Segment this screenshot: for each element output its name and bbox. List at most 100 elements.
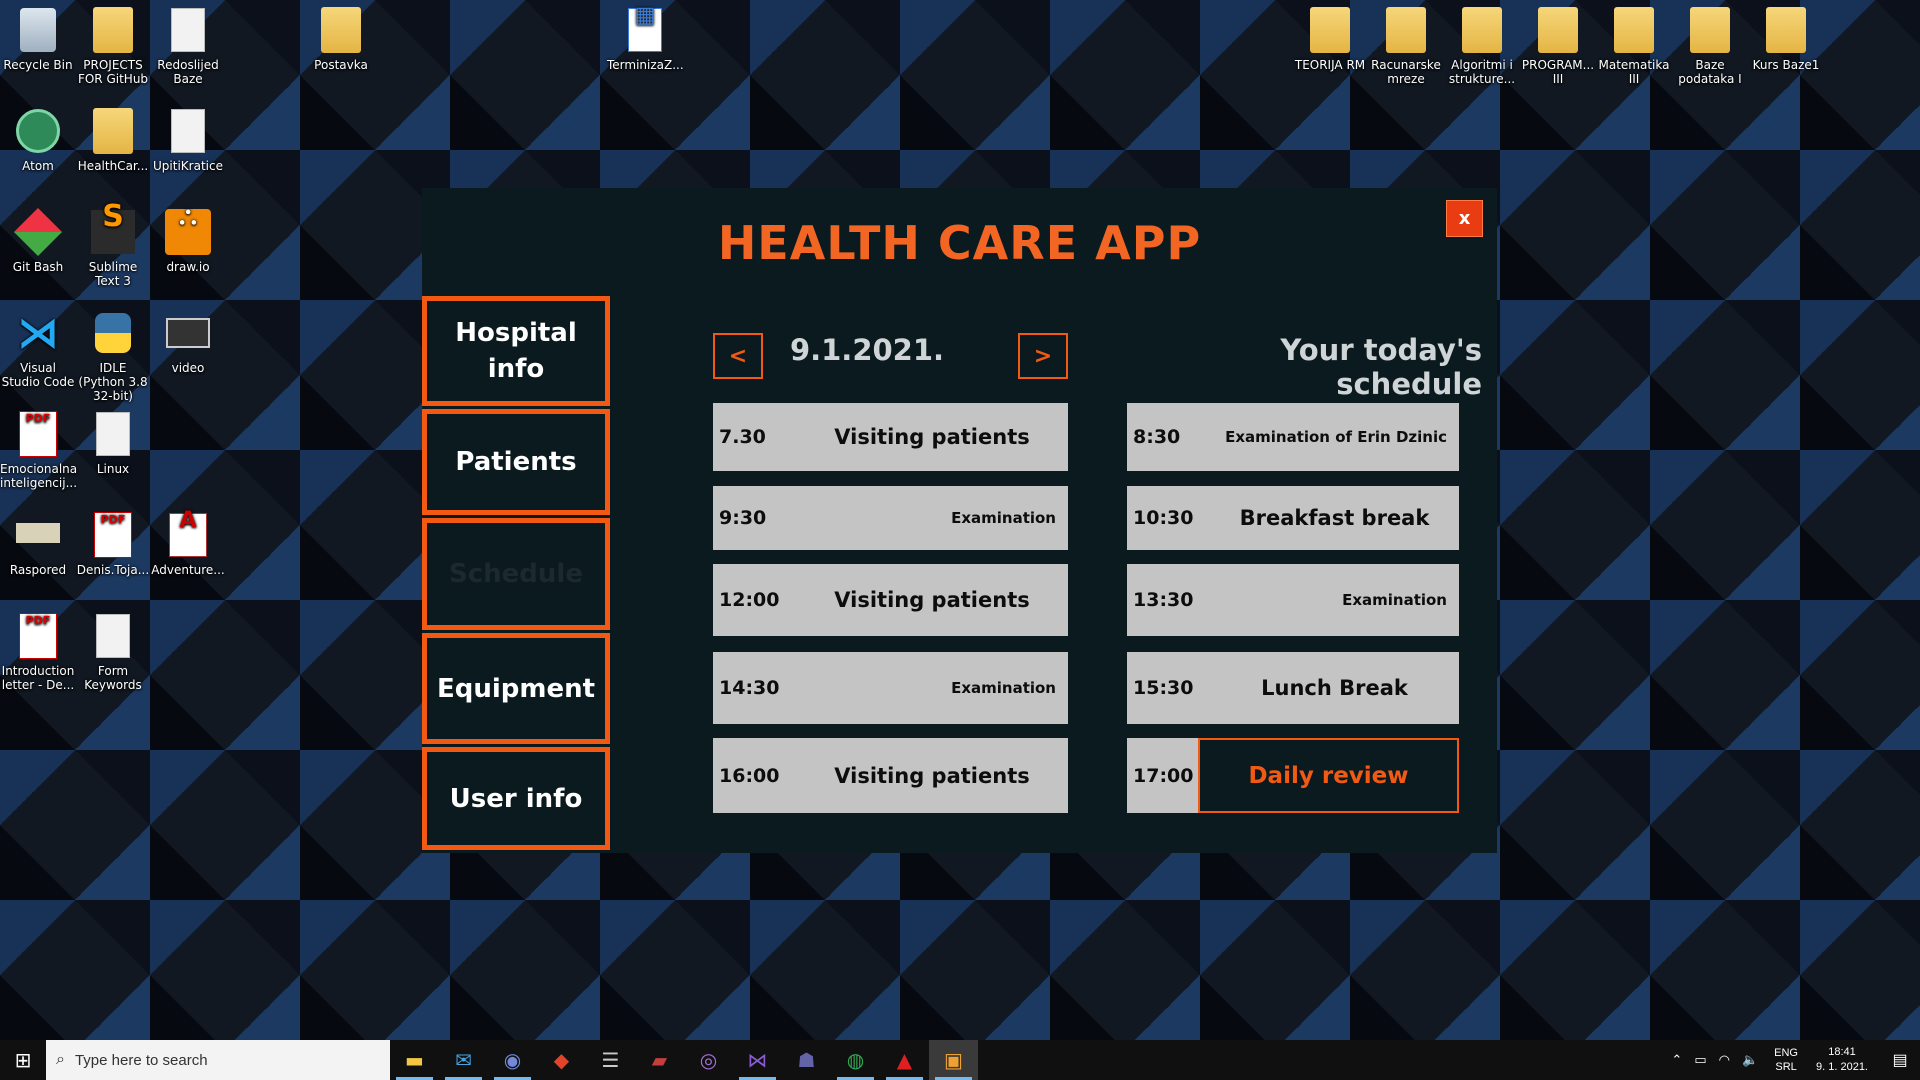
clock[interactable]: 18:41 9. 1. 2021.: [1816, 1045, 1868, 1075]
desktop-icon-label: Linux: [96, 462, 130, 476]
wifi-icon[interactable]: ◠: [1719, 1052, 1730, 1068]
file-explorer-icon[interactable]: ▬: [390, 1040, 439, 1080]
volume-icon[interactable]: 🔈: [1742, 1052, 1758, 1068]
desktop-icon-video[interactable]: video: [150, 309, 226, 375]
pdf-icon: PDF: [19, 613, 57, 659]
chrome-icon[interactable]: ◍: [831, 1040, 880, 1080]
discord-icon[interactable]: ◉: [488, 1040, 537, 1080]
teams-purple-icon[interactable]: ◎: [684, 1040, 733, 1080]
desktop-icon-redoslijed[interactable]: Redoslijed Baze: [150, 6, 226, 86]
system-tray: ⌃ ▭ ◠ 🔈 ENG SRL 18:41 9. 1. 2021. ▤: [1665, 1040, 1920, 1080]
desktop-icon-label: Denis.Toja...: [76, 563, 150, 577]
close-button[interactable]: x: [1446, 200, 1483, 237]
database-icon[interactable]: ☰: [586, 1040, 635, 1080]
slot-label: Lunch Break: [1261, 676, 1408, 700]
start-button[interactable]: ⊞: [0, 1040, 46, 1080]
desktop-icon-linux[interactable]: Linux: [75, 410, 151, 476]
daily-review-button[interactable]: Daily review: [1198, 738, 1459, 813]
desktop-icon-label: TerminizaZ...: [607, 58, 684, 72]
drawio-icon: ⛬: [165, 203, 211, 255]
slot-time: 12:00: [719, 589, 780, 611]
slot-time: 8:30: [1133, 426, 1181, 448]
notifications-icon[interactable]: ▤: [1880, 1050, 1920, 1070]
chevron-up-icon[interactable]: ⌃: [1671, 1052, 1682, 1068]
desktop-icon-label: Redoslijed Baze: [157, 58, 219, 86]
desktop-icon-form-keywords[interactable]: Form Keywords: [75, 612, 151, 692]
desktop-icon-program[interactable]: PROGRAM... III: [1520, 6, 1596, 86]
schedule-slot[interactable]: 8:30 Examination of Erin Dzinic: [1127, 403, 1459, 471]
desktop-icon-termini[interactable]: ▦ TerminizaZ...: [607, 5, 684, 73]
schedule-slot[interactable]: 15:30 Lunch Break: [1127, 652, 1459, 724]
document-icon: [96, 614, 130, 658]
nav-schedule-button[interactable]: Schedule: [422, 518, 610, 630]
taskbar-search[interactable]: ⌕ Type here to search: [46, 1040, 390, 1080]
battery-icon[interactable]: ▭: [1694, 1052, 1706, 1068]
slot-time: 16:00: [719, 764, 780, 787]
nav-label: Hospital info: [455, 317, 577, 384]
desktop-icon-idle[interactable]: IDLE (Python 3.8 32-bit): [75, 309, 151, 403]
next-day-button[interactable]: >: [1018, 333, 1068, 379]
schedule-slot[interactable]: 16:00 Visiting patients: [713, 738, 1068, 813]
nav-patients-button[interactable]: Patients: [422, 408, 610, 516]
desktop-icon-recycle-bin[interactable]: Recycle Bin: [0, 6, 76, 72]
desktop-icon-label: draw.io: [166, 260, 210, 274]
folder-icon: [321, 7, 361, 53]
document-icon: [171, 8, 205, 52]
desktop-icon-label: Algoritmi i strukture...: [1448, 58, 1516, 86]
desktop-icon-drawio[interactable]: ⛬ draw.io: [150, 203, 226, 274]
folder-icon: [1690, 7, 1730, 53]
desktop-icon-label: video: [171, 361, 205, 375]
desktop-icon-atom[interactable]: Atom: [0, 107, 76, 173]
desktop-icon-label: Kurs Baze1: [1752, 58, 1820, 72]
desktop-icon-sublime[interactable]: S Sublime Text 3: [75, 202, 151, 289]
git-icon: [13, 207, 63, 257]
desktop-icon-racunarske[interactable]: Racunarske mreze: [1368, 6, 1444, 86]
desktop-icon-postavka[interactable]: Postavka: [303, 6, 379, 72]
slot-label: Breakfast break: [1239, 506, 1430, 530]
nav-label: Equipment: [436, 673, 596, 704]
desktop-icon-denis[interactable]: PDF Denis.Toja...: [75, 511, 151, 577]
git-icon[interactable]: ◆: [537, 1040, 586, 1080]
desktop-icon-raspored[interactable]: Raspored: [0, 511, 76, 577]
slot-label: Visiting patients: [834, 588, 1030, 612]
sublime-icon: S: [91, 202, 135, 254]
winforms-app-icon[interactable]: ▣: [929, 1040, 978, 1080]
teams-icon[interactable]: ☗: [782, 1040, 831, 1080]
schedule-slot[interactable]: 7.30 Visiting patients: [713, 403, 1068, 471]
schedule-slot[interactable]: 14:30 Examination: [713, 652, 1068, 724]
schedule-slot-daily-review[interactable]: 17:00 Daily review: [1127, 738, 1459, 813]
desktop-icon-baze[interactable]: Baze podataka I: [1672, 6, 1748, 86]
desktop-icon-vscode[interactable]: ⋊ Visual Studio Code: [0, 309, 76, 390]
desktop-icon-label: Postavka: [314, 58, 368, 72]
schedule-slot[interactable]: 13:30 Examination: [1127, 564, 1459, 636]
desktop-icon-upitikratice[interactable]: UpitiKratice: [150, 107, 226, 173]
desktop-icon-projects[interactable]: PROJECTS FOR GitHub: [75, 6, 151, 86]
schedule-slot[interactable]: 12:00 Visiting patients: [713, 564, 1068, 636]
acrobat-icon[interactable]: ▲: [880, 1040, 929, 1080]
desktop-icon-label: HealthCar...: [77, 159, 149, 173]
document-icon: [96, 412, 130, 456]
nav-hospital-info-button[interactable]: Hospital info: [422, 296, 610, 406]
desktop-icon-healthcare[interactable]: HealthCar...: [75, 107, 151, 173]
folder-icon: [1462, 7, 1502, 53]
desktop-icon-adventure[interactable]: A Adventure...: [150, 510, 226, 578]
access-icon[interactable]: ▰: [635, 1040, 684, 1080]
mail-icon[interactable]: ✉: [439, 1040, 488, 1080]
desktop-icon-emocionalna[interactable]: PDF Emocionalna inteligencij...: [0, 410, 77, 490]
visual-studio-icon[interactable]: ⋈: [733, 1040, 782, 1080]
desktop-icon-matematika[interactable]: Matematika III: [1596, 6, 1672, 86]
nav-user-info-button[interactable]: User info: [422, 747, 610, 851]
sidebar-nav: Hospital info Patients Schedule Equipmen…: [422, 296, 610, 853]
schedule-slot[interactable]: 9:30 Examination: [713, 486, 1068, 550]
language-indicator[interactable]: ENG SRL: [1774, 1046, 1798, 1074]
desktop-icon-label: Atom: [22, 159, 54, 173]
desktop-icon-teorija[interactable]: TEORIJA RM: [1292, 6, 1368, 72]
desktop-icon-algoritmi[interactable]: Algoritmi i strukture...: [1444, 6, 1520, 86]
desktop-icon-git-bash[interactable]: Git Bash: [0, 207, 76, 274]
clock-time: 18:41: [1828, 1046, 1856, 1058]
nav-equipment-button[interactable]: Equipment: [422, 632, 610, 745]
desktop-icon-kurs-baze[interactable]: Kurs Baze1: [1748, 6, 1824, 72]
schedule-slot[interactable]: 10:30 Breakfast break: [1127, 486, 1459, 550]
desktop-icon-introduction[interactable]: PDF Introduction letter - De...: [0, 612, 76, 692]
slot-label: Examination: [951, 509, 1056, 527]
